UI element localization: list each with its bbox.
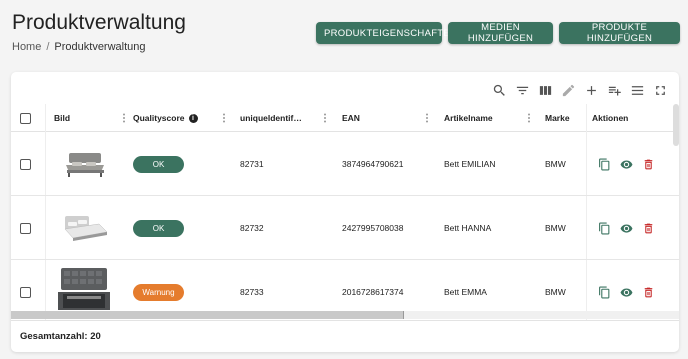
table-row[interactable]: OK 82732 2427995708038 Bett HANNA BMW: [11, 196, 679, 260]
quality-badge: Warnung: [133, 283, 184, 301]
brand-cell: BMW: [545, 223, 566, 233]
column-menu-icon[interactable]: [323, 113, 326, 123]
product-image: [59, 196, 111, 260]
ean-cell: 2427995708038: [342, 223, 404, 233]
playlist-add-icon[interactable]: [606, 82, 623, 99]
product-properties-button[interactable]: PRODUKTEIGENSCHAFTEN: [316, 22, 457, 44]
uid-cell: 82731: [240, 159, 264, 169]
add-media-button[interactable]: MEDIEN HINZUFÜGEN: [448, 22, 553, 44]
column-label: Marke: [545, 113, 570, 123]
breadcrumb: Home / Produktverwaltung: [12, 41, 146, 53]
row-select-cell: [20, 196, 31, 260]
view-icon[interactable]: [619, 285, 633, 299]
column-header-brand[interactable]: Marke: [545, 104, 585, 132]
column-menu-icon[interactable]: [122, 113, 125, 123]
bed-image: [66, 153, 104, 177]
table-toolbar: [491, 82, 669, 99]
actions-cell: [597, 132, 655, 196]
delete-icon[interactable]: [641, 157, 655, 171]
row-checkbox[interactable]: [20, 222, 31, 234]
brand-cell: BMW: [545, 159, 566, 169]
column-menu-icon[interactable]: [425, 113, 428, 123]
column-menu-icon[interactable]: [527, 113, 530, 123]
row-checkbox[interactable]: [20, 158, 31, 170]
select-all-checkbox[interactable]: [20, 112, 31, 124]
view-icon[interactable]: [619, 221, 633, 235]
copy-icon[interactable]: [597, 221, 611, 235]
quality-cell: OK: [133, 196, 184, 260]
add-products-button[interactable]: PRODUKTE HINZUFÜGEN: [559, 22, 680, 44]
delete-icon[interactable]: [641, 285, 655, 299]
column-label: Qualityscore: [133, 113, 185, 123]
bed-image: [64, 216, 108, 241]
page-title: Produktverwaltung: [12, 11, 186, 34]
edit-icon[interactable]: [560, 82, 577, 99]
ean-cell: 3874964790621: [342, 159, 404, 169]
table-footer: Gesamtanzahl: 20: [11, 320, 679, 352]
filter-icon[interactable]: [514, 82, 531, 99]
table-header: Bild Qualityscore i uniqueldentif… EAN A…: [11, 104, 679, 132]
density-icon[interactable]: [629, 82, 646, 99]
actions-cell: [597, 196, 655, 260]
breadcrumb-home[interactable]: Home: [12, 41, 41, 53]
fullscreen-icon[interactable]: [652, 82, 669, 99]
column-header-ean[interactable]: EAN: [342, 104, 433, 132]
column-label: Aktionen: [592, 113, 629, 123]
column-header-image[interactable]: Bild: [54, 104, 130, 132]
uid-cell: 82732: [240, 223, 264, 233]
column-label: uniqueldentif…: [240, 113, 302, 123]
select-all-cell: [20, 104, 31, 132]
column-menu-icon[interactable]: [222, 113, 225, 123]
product-table-card: Bild Qualityscore i uniqueldentif… EAN A…: [11, 72, 679, 352]
column-label: EAN: [342, 113, 360, 123]
quality-badge: OK: [133, 155, 184, 173]
column-header-quality[interactable]: Qualityscore i: [133, 104, 230, 132]
column-header-uid[interactable]: uniqueldentif…: [240, 104, 331, 132]
row-checkbox[interactable]: [20, 286, 31, 298]
column-header-actions: Aktionen: [592, 104, 662, 132]
horizontal-scrollbar[interactable]: [11, 311, 404, 319]
quality-cell: OK: [133, 132, 184, 196]
info-icon[interactable]: i: [188, 113, 198, 123]
column-header-name[interactable]: Artikelname: [444, 104, 535, 132]
quality-badge: OK: [133, 219, 184, 237]
add-icon[interactable]: [583, 82, 600, 99]
header-actions: PRODUKTEIGENSCHAFTEN MEDIEN HINZUFÜGEN P…: [316, 22, 680, 44]
row-select-cell: [20, 132, 31, 196]
column-label: Bild: [54, 113, 71, 123]
copy-icon[interactable]: [597, 285, 611, 299]
name-cell: Bett EMILIAN: [444, 159, 496, 169]
view-icon[interactable]: [619, 157, 633, 171]
breadcrumb-separator: /: [46, 41, 50, 53]
copy-icon[interactable]: [597, 157, 611, 171]
product-image: [59, 132, 111, 196]
total-count: Gesamtanzahl: 20: [20, 331, 101, 342]
table-row[interactable]: OK 82731 3874964790621 Bett EMILIAN BMW: [11, 132, 679, 196]
delete-icon[interactable]: [641, 221, 655, 235]
search-icon[interactable]: [491, 82, 508, 99]
breadcrumb-current: Produktverwaltung: [54, 41, 146, 53]
column-label: Artikelname: [444, 113, 493, 123]
columns-icon[interactable]: [537, 82, 554, 99]
name-cell: Bett HANNA: [444, 223, 492, 233]
